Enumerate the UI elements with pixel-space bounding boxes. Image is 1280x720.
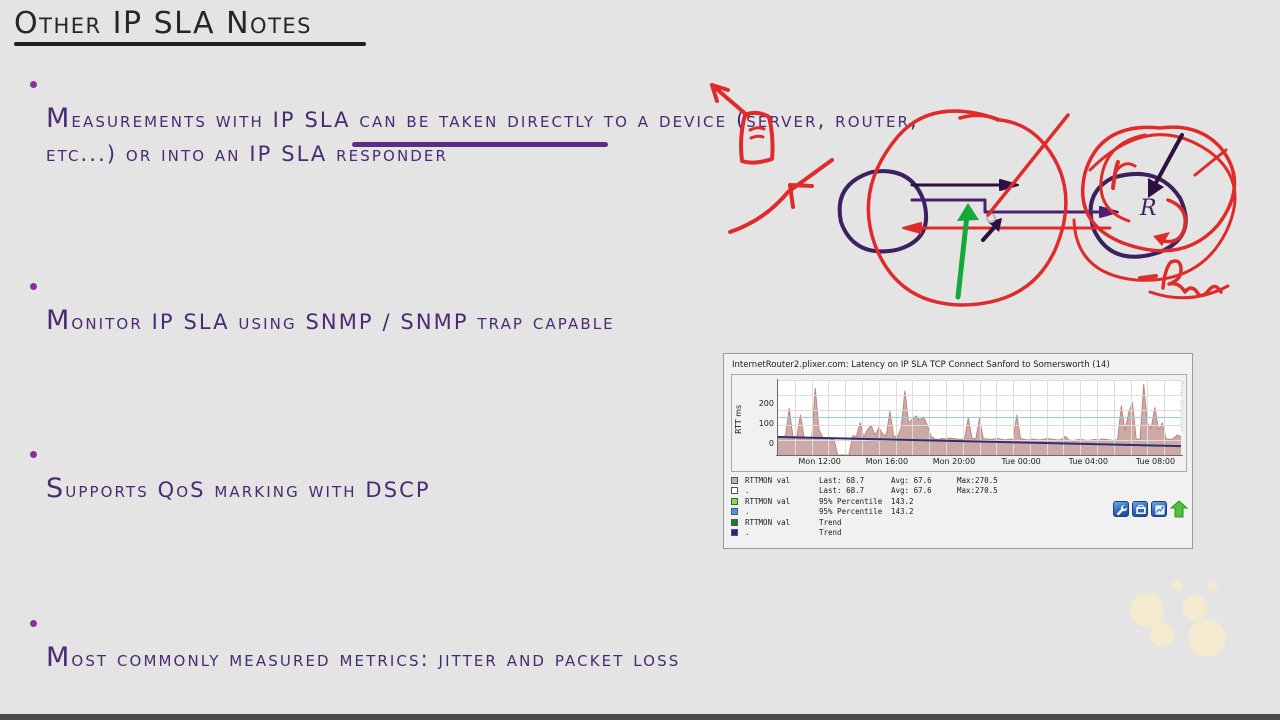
- bullet-capital: M: [46, 103, 72, 134]
- slide-canvas: Other IP SLA Notes Measurements with IP …: [0, 0, 1280, 720]
- legend-row[interactable]: . Trend: [731, 528, 1187, 539]
- left-node-circle: [837, 169, 929, 254]
- legend-value-1: Trend: [819, 517, 842, 527]
- y-axis-ticks: 200 100 0: [744, 375, 774, 473]
- bullet-text: ost commonly measured metrics: jitter an…: [71, 647, 681, 671]
- legend-swatch: [731, 487, 738, 495]
- legend-value-1: Trend: [819, 528, 842, 538]
- chart-watermark: Plixer Scrutinizer: [1178, 381, 1184, 433]
- chart-series-canvas: [778, 380, 1181, 455]
- legend-series-name: .: [745, 507, 750, 517]
- report-icon[interactable]: [1151, 501, 1167, 517]
- legend-swatch: [731, 518, 738, 526]
- router-label: R: [1139, 196, 1157, 221]
- x-tick-label: Tue 04:00: [1068, 457, 1108, 466]
- legend-value-2: 143.2: [891, 507, 914, 517]
- legend-row[interactable]: . Last: 68.7 Avg: 67.6 Max:270.5: [731, 486, 1187, 497]
- legend-value-2: 143.2: [891, 496, 914, 506]
- up-arrow-icon[interactable]: [1170, 500, 1188, 518]
- y-tick-100: 100: [758, 419, 774, 428]
- page-title: Other IP SLA Notes: [14, 6, 313, 41]
- legend-swatch: [731, 529, 738, 537]
- green-arrow: [957, 203, 979, 221]
- x-tick-label: Mon 20:00: [932, 457, 976, 466]
- y-tick-0: 0: [768, 439, 774, 448]
- bullet-marker: [30, 81, 37, 88]
- bullet-text: easurements with IP SLA can be taken dir…: [46, 108, 919, 166]
- x-tick-label: Mon 12:00: [798, 457, 841, 466]
- latency-chart-panel[interactable]: InternetRouter2.plixer.com: Latency on I…: [723, 353, 1193, 549]
- bullet-text: upports QoS marking with DSCP: [65, 478, 431, 502]
- chart-toolbar[interactable]: [1113, 500, 1188, 518]
- bullet-measurements: Measurements with IP SLA can be taken di…: [30, 68, 1246, 171]
- wrench-icon[interactable]: [1113, 501, 1129, 517]
- bullet-marker: [30, 451, 37, 458]
- bullet-capital: M: [46, 642, 72, 673]
- decorative-dots: [1130, 575, 1250, 665]
- right-node-circle: [1088, 171, 1188, 259]
- legend-value-1: 95% Percentile: [819, 496, 883, 506]
- bullet-marker: [30, 620, 37, 627]
- x-tick-label: Mon 16:00: [865, 457, 909, 466]
- bullet-monitor: Monitor IP SLA using SNMP / SNMP trap ca…: [30, 270, 615, 339]
- legend-value-2: Avg: 67.6: [891, 475, 932, 485]
- legend-row[interactable]: RTTMON val Trend: [731, 517, 1187, 528]
- percentile-95-line: [778, 416, 1181, 419]
- responder-underline: [352, 142, 608, 147]
- bullet-capital: M: [46, 305, 72, 336]
- legend-value-1: 95% Percentile: [819, 507, 883, 517]
- legend-swatch: [731, 508, 738, 516]
- legend-series-name: RTTMON val: [745, 496, 791, 506]
- page-title-group: Other IP SLA Notes: [14, 6, 366, 46]
- legend-series-name: RTTMON val: [745, 517, 791, 527]
- x-tick-label: Tue 00:00: [1001, 457, 1041, 466]
- x-axis-line: [776, 455, 1183, 456]
- legend-swatch: [731, 476, 738, 484]
- bullet-metrics: Most commonly measured metrics: jitter a…: [30, 607, 681, 676]
- bullet-capital: S: [46, 473, 66, 504]
- y-tick-200: 200: [758, 399, 774, 408]
- handwritten-proc-label: [1161, 259, 1223, 298]
- bottom-bar: [0, 714, 1280, 720]
- chart-plot-area: RTT ms 200 100 0 Mon 12:00 Mon 16:00 Mon 2…: [731, 374, 1187, 472]
- legend-swatch: [731, 497, 738, 505]
- bullet-text: onitor IP SLA using SNMP / SNMP trap cap…: [71, 310, 615, 334]
- legend-row[interactable]: RTTMON val Last: 68.7 Avg: 67.6 Max:270.5: [731, 475, 1187, 486]
- legend-value-3: Max:270.5: [957, 486, 998, 496]
- chart-title: InternetRouter2.plixer.com: Latency on I…: [732, 360, 1110, 370]
- legend-value-1: Last: 68.7: [819, 486, 865, 496]
- bullet-qos: Supports QoS marking with DSCP: [30, 438, 431, 507]
- legend-series-name: .: [745, 486, 750, 496]
- legend-value-2: Avg: 67.6: [891, 486, 932, 496]
- export-icon[interactable]: [1132, 501, 1148, 517]
- legend-value-1: Last: 68.7: [819, 475, 865, 485]
- x-axis-ticks: Mon 12:00 Mon 16:00 Mon 20:00 Tue 00:00 Tue …: [778, 457, 1181, 471]
- legend-series-name: RTTMON val: [745, 475, 791, 485]
- legend-value-3: Max:270.5: [957, 475, 998, 485]
- legend-series-name: .: [745, 528, 750, 538]
- x-tick-label: Tue 08:00: [1135, 457, 1176, 466]
- title-underline: [14, 42, 366, 46]
- bullet-marker: [30, 283, 37, 290]
